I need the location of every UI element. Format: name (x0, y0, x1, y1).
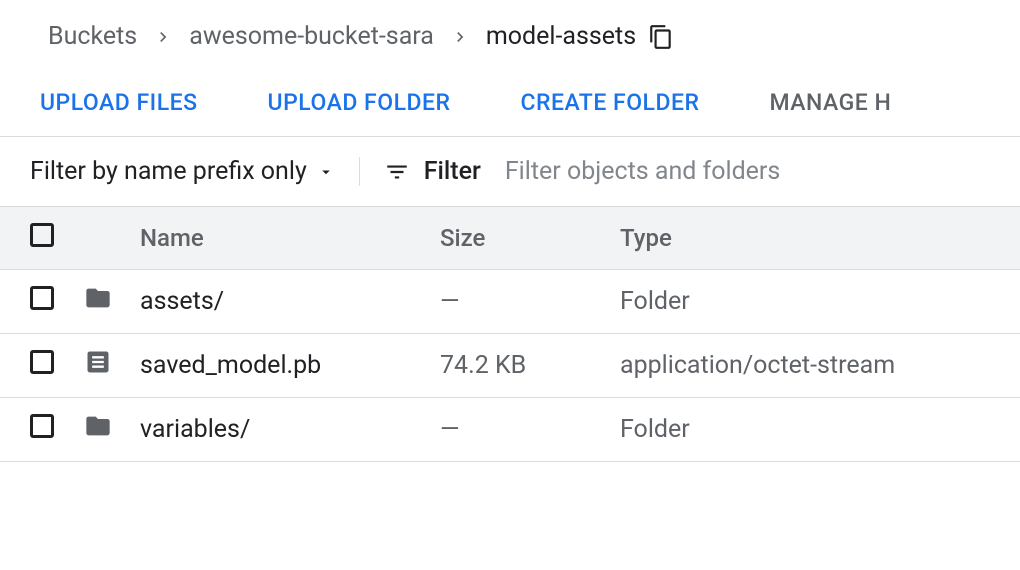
object-name[interactable]: assets/ (128, 270, 428, 334)
breadcrumb: Buckets awesome-bucket-sara model-assets (0, 0, 1020, 75)
folder-icon (84, 412, 112, 440)
filter-toggle[interactable]: Filter (384, 157, 481, 186)
object-table: Name Size Type assets/—Foldersaved_model… (0, 207, 1020, 462)
table-row: assets/—Folder (0, 270, 1020, 334)
upload-folder-button[interactable]: UPLOAD FOLDER (268, 89, 451, 116)
folder-icon (84, 284, 112, 312)
object-name[interactable]: saved_model.pb (128, 334, 428, 398)
object-type: application/octet-stream (608, 334, 1020, 398)
copy-icon[interactable] (648, 24, 674, 50)
row-checkbox[interactable] (30, 414, 54, 438)
file-icon (84, 348, 112, 376)
breadcrumb-root[interactable]: Buckets (48, 22, 137, 51)
filter-label: Filter (424, 157, 481, 186)
chevron-right-icon (450, 27, 470, 47)
table-row: saved_model.pb74.2 KBapplication/octet-s… (0, 334, 1020, 398)
column-name[interactable]: Name (128, 207, 428, 270)
object-type: Folder (608, 398, 1020, 462)
object-size: — (428, 270, 608, 334)
row-checkbox[interactable] (30, 350, 54, 374)
filter-bar: Filter by name prefix only Filter (0, 137, 1020, 207)
select-all-checkbox[interactable] (30, 223, 54, 247)
object-size: — (428, 398, 608, 462)
toolbar: UPLOAD FILES UPLOAD FOLDER CREATE FOLDER… (0, 75, 1020, 137)
filter-icon (384, 159, 410, 185)
filter-prefix-label: Filter by name prefix only (30, 157, 307, 186)
breadcrumb-current: model-assets (486, 22, 636, 51)
breadcrumb-bucket[interactable]: awesome-bucket-sara (189, 22, 434, 51)
dropdown-icon (317, 163, 335, 181)
chevron-right-icon (153, 27, 173, 47)
table-row: variables/—Folder (0, 398, 1020, 462)
column-size[interactable]: Size (428, 207, 608, 270)
row-checkbox[interactable] (30, 286, 54, 310)
filter-input[interactable] (505, 157, 996, 186)
object-size: 74.2 KB (428, 334, 608, 398)
create-folder-button[interactable]: CREATE FOLDER (520, 89, 699, 116)
object-type: Folder (608, 270, 1020, 334)
upload-files-button[interactable]: UPLOAD FILES (40, 89, 198, 116)
object-name[interactable]: variables/ (128, 398, 428, 462)
manage-button[interactable]: MANAGE H (769, 89, 891, 116)
column-type[interactable]: Type (608, 207, 1020, 270)
filter-prefix-selector[interactable]: Filter by name prefix only (30, 157, 360, 186)
table-header: Name Size Type (0, 207, 1020, 270)
